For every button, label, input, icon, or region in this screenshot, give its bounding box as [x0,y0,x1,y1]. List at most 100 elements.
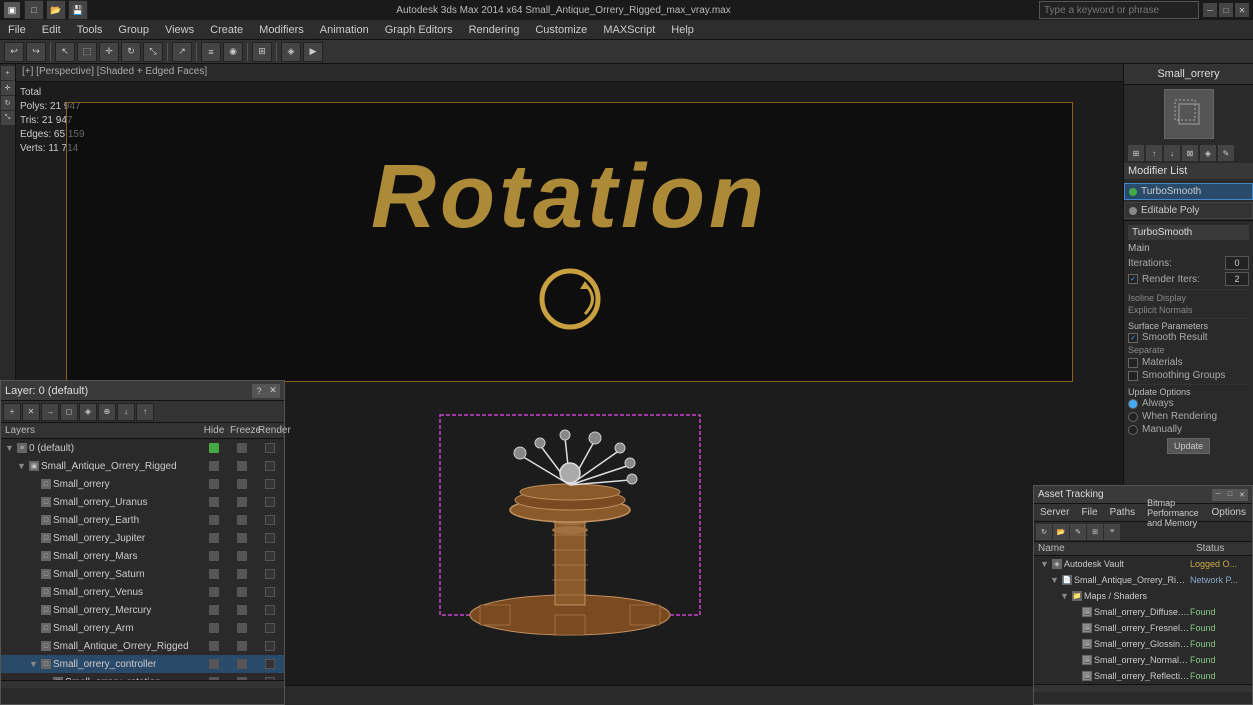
layer-render-check[interactable] [265,515,275,525]
tb-new[interactable]: □ [24,0,44,20]
layer-row[interactable]: □ Small_orrery_rotation [1,673,284,680]
asset-row[interactable]: ▼ ◈ Autodesk Vault Logged O... [1034,556,1252,572]
lt-expand[interactable]: ↓ [117,403,135,421]
tb-rotate[interactable]: ↻ [121,42,141,62]
tb-render[interactable]: ▶ [303,42,323,62]
tb-layer[interactable]: ≡ [201,42,221,62]
ts-iterations-input[interactable] [1225,256,1249,270]
menu-modifiers[interactable]: Modifiers [251,22,312,38]
search-input[interactable] [1039,1,1199,19]
mod-icon-4[interactable]: ⊠ [1182,145,1198,161]
lt-delete-layer[interactable]: ✕ [22,403,40,421]
mod-icon-1[interactable]: ⊞ [1128,145,1144,161]
lt-merge[interactable]: ⊕ [98,403,116,421]
layer-render-check[interactable] [265,641,275,651]
layer-render-check[interactable] [265,533,275,543]
layer-row[interactable]: □ Small_orrery [1,475,284,493]
minimize-button[interactable]: ─ [1203,3,1217,17]
layer-render-check[interactable] [265,479,275,489]
at-btn-4[interactable]: ⊞ [1087,524,1103,540]
tb-reference-coord[interactable]: ↗ [172,42,192,62]
menu-edit[interactable]: Edit [34,22,69,38]
lt-select-objects[interactable]: ◻ [60,403,78,421]
ts-render-iters-input[interactable] [1225,272,1249,286]
asset-row[interactable]: 🖼 Small_orrery_Diffuse.png Found [1034,604,1252,620]
lt-highlight[interactable]: ◈ [79,403,97,421]
tb-undo[interactable]: ↩ [4,42,24,62]
mod-icon-2[interactable]: ↑ [1146,145,1162,161]
ts-manually-radio[interactable] [1128,425,1138,435]
menu-help[interactable]: Help [663,22,702,38]
close-button[interactable]: ✕ [1235,3,1249,17]
layer-row[interactable]: □ Small_orrery_Earth [1,511,284,529]
tb-open[interactable]: 📂 [46,0,66,20]
asset-row[interactable]: ▼ 📄 Small_Antique_Orrery_Rigged_max_vray… [1034,572,1252,588]
asset-menu-options[interactable]: Options [1206,505,1252,520]
ts-update-button[interactable]: Update [1167,438,1210,454]
asset-maximize[interactable]: □ [1224,489,1236,501]
tb-select-region[interactable]: ⬚ [77,42,97,62]
mod-icon-5[interactable]: ◈ [1200,145,1216,161]
asset-menu-server[interactable]: Server [1034,505,1075,520]
at-btn-1[interactable]: ↻ [1036,524,1052,540]
layer-row[interactable]: ▼ ▣ Small_Antique_Orrery_Rigged [1,457,284,475]
ts-render-iters-check[interactable] [1128,274,1138,284]
asset-menu-file[interactable]: File [1075,505,1103,520]
layer-render-check[interactable] [265,659,275,669]
layers-help[interactable]: ? [252,384,266,398]
mod-icon-6[interactable]: ✎ [1218,145,1234,161]
tb-align[interactable]: ⊞ [252,42,272,62]
at-btn-2[interactable]: 📂 [1053,524,1069,540]
layer-render-check[interactable] [265,461,275,471]
lt-add-layer[interactable]: + [3,403,21,421]
lt-scale[interactable]: ⤡ [1,111,15,125]
asset-menu-bitmap[interactable]: Bitmap Performance and Memory [1141,496,1205,530]
lt-collapse[interactable]: ↑ [136,403,154,421]
asset-row[interactable]: ▼ 📁 Maps / Shaders [1034,588,1252,604]
layer-row[interactable]: □ Small_orrery_Arm [1,619,284,637]
layers-scrollbar[interactable] [1,680,284,688]
layer-render-check[interactable] [265,605,275,615]
ts-always-radio[interactable] [1128,399,1138,409]
tb-render-setup[interactable]: ◈ [281,42,301,62]
ts-smooth-check[interactable] [1128,333,1138,343]
layer-render-check[interactable] [265,569,275,579]
menu-animation[interactable]: Animation [312,22,377,38]
at-btn-3[interactable]: ✎ [1070,524,1086,540]
asset-row[interactable]: 🖼 Small_orrery_Fresnel.png Found [1034,620,1252,636]
layer-render-check[interactable] [265,497,275,507]
lt-rotate[interactable]: ↻ [1,96,15,110]
menu-file[interactable]: File [0,22,34,38]
layer-active-dot[interactable] [209,443,219,453]
asset-row[interactable]: 🖼 Small_orrery_Reflection.png Found [1034,668,1252,684]
menu-tools[interactable]: Tools [69,22,111,38]
layers-close-button[interactable]: ✕ [266,384,280,398]
modifier-editablepoly[interactable]: Editable Poly [1124,202,1253,219]
ts-when-rendering-radio[interactable] [1128,412,1138,422]
layer-row[interactable]: □ Small_Antique_Orrery_Rigged [1,637,284,655]
tb-hide-frozen[interactable]: ◉ [223,42,243,62]
lt-add-selected[interactable]: → [41,403,59,421]
layer-row[interactable]: □ Small_orrery_Uranus [1,493,284,511]
layer-render-check[interactable] [265,623,275,633]
layer-row[interactable]: ▼ ≡ 0 (default) [1,439,284,457]
layer-render-check[interactable] [265,587,275,597]
ts-materials-check[interactable] [1128,358,1138,368]
lt-create[interactable]: + [1,66,15,80]
tb-save[interactable]: 💾 [68,0,88,20]
layer-row[interactable]: □ Small_orrery_Saturn [1,565,284,583]
menu-customize[interactable]: Customize [527,22,595,38]
menu-graph-editors[interactable]: Graph Editors [377,22,461,38]
layer-row[interactable]: ▼ □ Small_orrery_controller [1,655,284,673]
tb-move[interactable]: ✛ [99,42,119,62]
asset-row[interactable]: 🖼 Small_orrery_Normal.png Found [1034,652,1252,668]
at-btn-5[interactable]: ≡ [1104,524,1120,540]
layer-row[interactable]: □ Small_orrery_Mercury [1,601,284,619]
tb-select[interactable]: ↖ [55,42,75,62]
menu-create[interactable]: Create [202,22,251,38]
tb-scale[interactable]: ⤡ [143,42,163,62]
asset-scrollbar[interactable] [1034,684,1252,692]
asset-minimize[interactable]: ─ [1212,489,1224,501]
ts-smoothing-check[interactable] [1128,371,1138,381]
layer-row[interactable]: □ Small_orrery_Jupiter [1,529,284,547]
